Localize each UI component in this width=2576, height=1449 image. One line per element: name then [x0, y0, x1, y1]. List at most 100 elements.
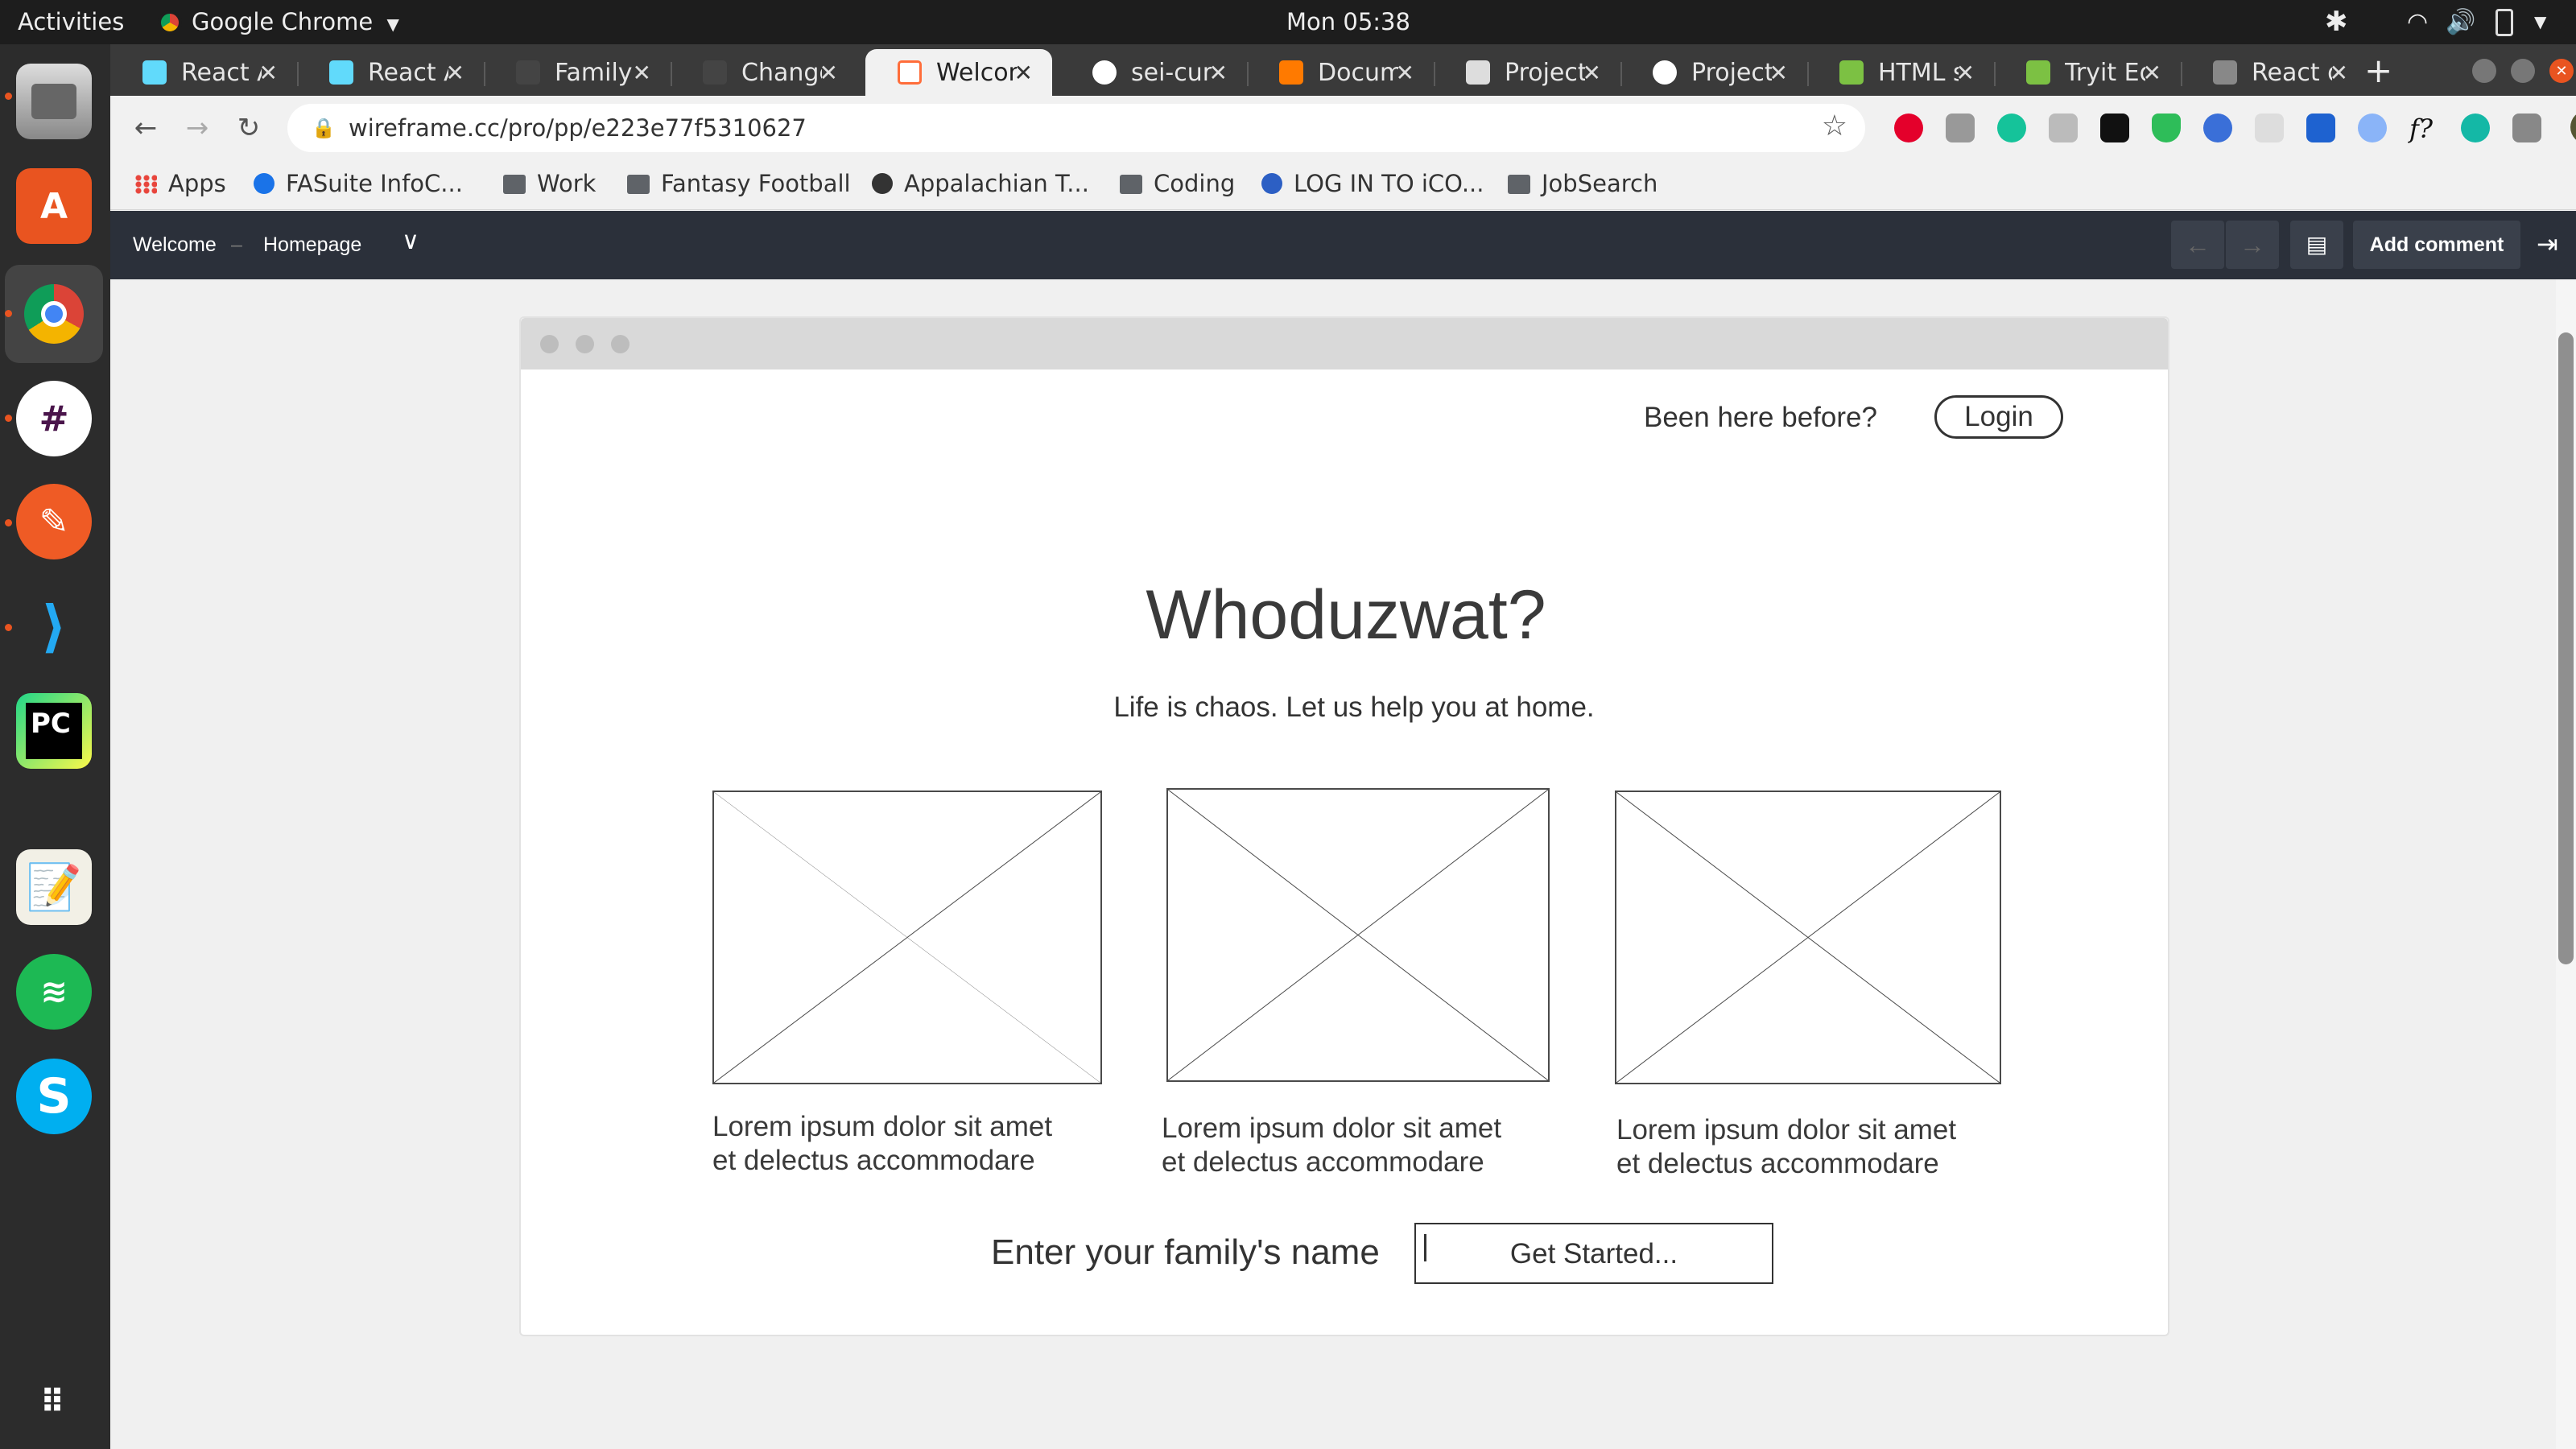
family-name-label: Enter your family's name — [991, 1232, 1380, 1272]
bookmark-coding[interactable]: Coding — [1120, 160, 1235, 207]
close-icon[interactable]: ✕ — [1583, 60, 1601, 86]
bookmark-fantasy-football[interactable]: Fantasy Football — [627, 160, 851, 207]
tab[interactable]: React A✕ — [110, 49, 297, 96]
bookmark-jobsearch[interactable]: JobSearch — [1508, 160, 1657, 207]
slack-icon[interactable]: # — [16, 381, 92, 456]
bookmark-star-icon[interactable]: ☆ — [1822, 109, 1847, 142]
bookmark-appalachian[interactable]: Appalachian T... — [872, 160, 1089, 207]
page-icon — [703, 60, 727, 85]
vue-devtools-icon[interactable] — [2306, 114, 2335, 142]
close-window-icon[interactable]: ✕ — [2549, 59, 2574, 83]
close-icon[interactable]: ✕ — [446, 60, 464, 86]
bookmark-apps[interactable]: Apps — [134, 160, 226, 207]
next-page-arrow-icon[interactable]: → — [2226, 221, 2279, 269]
activities-button[interactable]: Activities — [18, 0, 124, 44]
tab[interactable]: React A✕ — [297, 49, 484, 96]
add-comment-button[interactable]: Add comment — [2353, 221, 2520, 269]
adblock-icon[interactable] — [1894, 114, 1923, 142]
close-icon[interactable]: ✕ — [2143, 60, 2161, 86]
running-indicator — [5, 519, 12, 526]
forward-arrow-icon[interactable]: → — [178, 109, 217, 147]
bookmark-work[interactable]: Work — [503, 160, 596, 207]
bookmarks-bar: Apps FASuite InfoC... Work Fantasy Footb… — [110, 160, 2576, 210]
scrollbar-thumb[interactable] — [2558, 332, 2574, 964]
chrome-app-menu[interactable]: Google Chrome ▼ — [158, 0, 399, 44]
maximize-window-icon[interactable] — [2511, 59, 2535, 83]
volume-icon[interactable]: 🔊 — [2446, 0, 2475, 44]
extension-icon[interactable] — [2255, 114, 2284, 142]
text-editor-icon[interactable]: 📝 — [16, 849, 92, 925]
breadcrumb-homepage[interactable]: Homepage — [263, 233, 361, 257]
previous-page-arrow-icon[interactable]: ← — [2171, 221, 2224, 269]
tab-label: React A — [181, 58, 262, 87]
folder-icon — [1120, 175, 1142, 194]
search-extension-icon[interactable] — [2203, 114, 2232, 142]
lock-icon[interactable]: 🔒 — [312, 117, 336, 140]
pycharm-icon[interactable]: PC — [16, 693, 92, 769]
tab-label: Family / — [555, 58, 635, 87]
font-identifier-icon[interactable]: f? — [2409, 114, 2438, 144]
mock-window-dot — [540, 335, 559, 353]
tab[interactable]: sei-curr✕ — [1060, 49, 1247, 96]
tab[interactable]: HTML s ✕ — [1807, 49, 1994, 96]
exit-preview-icon[interactable]: ⇥ — [2537, 229, 2558, 259]
family-name-placeholder[interactable]: Get Started... — [1416, 1224, 1772, 1284]
chrome-logo-icon — [158, 10, 182, 35]
close-icon[interactable]: ✕ — [1209, 60, 1228, 86]
reload-icon[interactable]: ↻ — [229, 109, 268, 147]
profile-avatar[interactable] — [2570, 110, 2576, 144]
skype-icon[interactable]: S — [16, 1059, 92, 1134]
ruler-extension-icon[interactable] — [2100, 114, 2129, 142]
close-icon[interactable]: ✕ — [1956, 60, 1975, 86]
back-arrow-icon[interactable]: ← — [126, 109, 165, 147]
tab[interactable]: Project ✕ — [1620, 49, 1807, 96]
eyedropper-icon[interactable] — [2512, 114, 2541, 142]
github-icon — [1653, 60, 1677, 85]
bookmark-icontact[interactable]: LOG IN TO iCO... — [1261, 160, 1484, 207]
close-icon[interactable]: ✕ — [1396, 60, 1414, 86]
slack-tray-icon[interactable]: ✱ — [2325, 0, 2348, 44]
software-center-icon[interactable]: A — [16, 168, 92, 244]
close-icon[interactable]: ✕ — [1014, 60, 1033, 86]
tab-label: React A — [368, 58, 448, 87]
css-viewer-icon[interactable] — [1946, 114, 1975, 142]
close-icon[interactable]: ✕ — [259, 60, 278, 86]
battery-icon[interactable] — [2496, 0, 2513, 44]
spotify-icon[interactable]: ≋ — [16, 954, 92, 1030]
breadcrumb-welcome[interactable]: Welcome — [133, 233, 217, 257]
tab[interactable]: Docum ✕ — [1247, 49, 1434, 96]
tab-active[interactable]: Welcom✕ — [865, 49, 1052, 96]
comments-icon[interactable]: ▤ — [2290, 221, 2343, 269]
page-dropdown-chevron-icon[interactable]: ∨ — [402, 227, 419, 255]
close-icon[interactable]: ✕ — [1769, 60, 1788, 86]
close-icon[interactable]: ✕ — [2330, 60, 2348, 86]
clock[interactable]: Mon 05:38 — [1286, 0, 1410, 44]
tab[interactable]: Project ✕ — [1434, 49, 1620, 96]
tab-label: Docum — [1318, 58, 1398, 87]
grammarly-icon[interactable] — [1997, 114, 2026, 142]
close-icon[interactable]: ✕ — [819, 60, 838, 86]
extension-icon[interactable] — [2461, 114, 2490, 142]
new-tab-plus-icon[interactable]: + — [2364, 51, 2392, 90]
tab[interactable]: Change✕ — [671, 49, 857, 96]
family-name-input[interactable]: Get Started... — [1414, 1223, 1773, 1284]
vscode-icon[interactable]: ⟩ — [16, 588, 92, 664]
url-text[interactable]: wireframe.cc/pro/pp/e223e77f5310627 — [349, 104, 807, 152]
extension-icon[interactable] — [2358, 114, 2387, 142]
chrome-dock-icon[interactable] — [5, 265, 103, 363]
close-icon[interactable]: ✕ — [633, 60, 651, 86]
font-extension-icon[interactable] — [2049, 114, 2078, 142]
login-button[interactable]: Login — [1934, 395, 2063, 439]
wifi-icon[interactable]: ◠ — [2407, 0, 2428, 44]
tab[interactable]: Tryit Ed✕ — [1994, 49, 2181, 96]
files-icon[interactable] — [16, 64, 92, 139]
shield-icon[interactable] — [2152, 114, 2181, 142]
bookmark-fasuite[interactable]: FASuite InfoC... — [254, 160, 463, 207]
postman-icon[interactable]: ✎ — [16, 484, 92, 559]
show-applications-icon[interactable]: ⠿ — [16, 1364, 92, 1440]
tab[interactable]: React d✕ — [2181, 49, 2368, 96]
minimize-window-icon[interactable] — [2472, 59, 2496, 83]
address-bar[interactable]: 🔒 wireframe.cc/pro/pp/e223e77f5310627 ☆ — [287, 104, 1865, 152]
tab[interactable]: Family /✕ — [484, 49, 671, 96]
system-menu-caret-icon[interactable]: ▼ — [2534, 0, 2546, 44]
